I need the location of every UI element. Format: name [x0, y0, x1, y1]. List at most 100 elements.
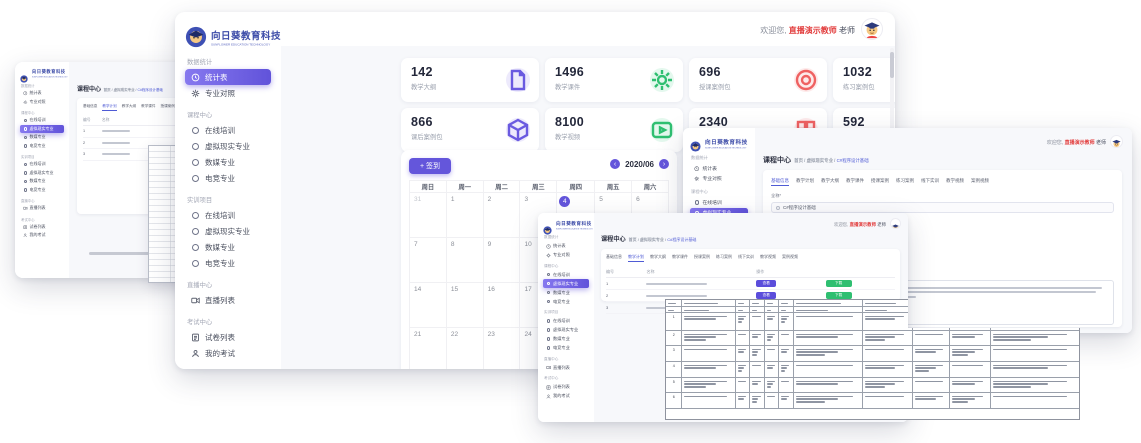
next-month-button[interactable]: ›: [659, 159, 669, 169]
sidebar-item-在线培训[interactable]: 在线培训: [20, 160, 64, 169]
radio-icon: [192, 212, 199, 219]
sidebar-item-电竞专业[interactable]: 电竞专业: [185, 255, 271, 271]
sidebar-item-电竞专业[interactable]: 电竞专业: [543, 297, 589, 306]
welcome-text: 欢迎您, 直播演示教师 老师: [834, 222, 886, 228]
scrollbar-thumb[interactable]: [890, 52, 894, 78]
tab-练习案例[interactable]: 练习案例: [716, 254, 732, 262]
download-button[interactable]: 下载: [826, 292, 852, 300]
weekday-header: 周一: [446, 181, 483, 193]
sidebar-item-在线培训[interactable]: 在线培训: [185, 207, 271, 223]
sidebar-item-直播列表[interactable]: 直播列表: [20, 204, 64, 213]
tab-基础信息[interactable]: 基础信息: [771, 178, 789, 186]
sidebar-item-统计表[interactable]: 统计表: [690, 163, 748, 174]
sidebar-item-统计表[interactable]: 统计表: [185, 69, 271, 85]
tab-授课案例[interactable]: 授课案例: [694, 254, 710, 262]
sidebar-item-电竞专业[interactable]: 电竞专业: [543, 344, 589, 353]
sidebar-item-电竞专业[interactable]: 电竞专业: [20, 142, 64, 151]
sidebar-item-专业对照[interactable]: 专业对照: [185, 85, 271, 101]
sidebar-item-试卷列表[interactable]: 试卷列表: [185, 329, 271, 345]
sidebar-item-我的考试[interactable]: 我的考试: [543, 392, 589, 401]
radio-icon: [547, 328, 551, 332]
prev-month-button[interactable]: ‹: [610, 159, 620, 169]
tab-教学课件[interactable]: 教学课件: [141, 104, 155, 111]
app-logo: 向日葵教育科技SUNFLOWER EDUCATION TECHNOLOGY ‹: [20, 69, 64, 79]
sidebar-item-数媒专业[interactable]: 数媒专业: [185, 239, 271, 255]
tab-练习案例[interactable]: 练习案例: [896, 178, 914, 186]
sidebar-item-在线培训[interactable]: 在线培训: [185, 122, 271, 138]
nav-section-header: 实训项目: [21, 154, 63, 159]
sidebar-item-专业对照[interactable]: 专业对照: [543, 251, 589, 260]
avatar[interactable]: [861, 18, 883, 40]
sidebar-item-试卷列表[interactable]: 试卷列表: [20, 223, 64, 232]
sidebar-item-虚拟现实专业[interactable]: 虚拟现实专业: [543, 326, 589, 335]
breadcrumb: 首页 / 虚拟现实专业 / C#程序设计基础: [103, 88, 163, 92]
row-name: [102, 141, 153, 145]
sidebar-item-我的考试[interactable]: 我的考试: [185, 345, 271, 361]
calendar-day-22[interactable]: 22: [446, 328, 483, 370]
sidebar-item-在线培训[interactable]: 在线培训: [690, 197, 748, 208]
view-button[interactable]: 查看: [756, 280, 776, 288]
view-button[interactable]: 查看: [756, 292, 776, 300]
tab-教学计划[interactable]: 教学计划: [102, 104, 116, 111]
sidebar-item-直播列表[interactable]: 直播列表: [185, 292, 271, 308]
course-name-input[interactable]: C#程序设计基础: [771, 202, 1114, 213]
sidebar-item-电竞专业[interactable]: 电竞专业: [185, 170, 271, 186]
radio-icon: [546, 290, 551, 295]
sidebar-item-统计表[interactable]: 统计表: [20, 89, 64, 98]
sidebar-item-虚拟现实专业[interactable]: 虚拟现实专业: [543, 279, 589, 288]
sidebar-item-虚拟现实专业[interactable]: 虚拟现实专业: [185, 223, 271, 239]
calendar-day-14[interactable]: 14: [410, 283, 447, 328]
sidebar-item-数媒专业[interactable]: 数媒专业: [20, 133, 64, 142]
tab-基础信息[interactable]: 基础信息: [83, 104, 97, 111]
sidebar-item-统计表[interactable]: 统计表: [543, 242, 589, 251]
tab-教学课件[interactable]: 教学课件: [846, 178, 864, 186]
signin-button[interactable]: + 签到: [409, 158, 451, 174]
sidebar-item-电竞专业[interactable]: 电竞专业: [20, 186, 64, 195]
tab-教学计划[interactable]: 教学计划: [796, 178, 814, 186]
tab-教学视频[interactable]: 教学视频: [946, 178, 964, 186]
tab-授课案例[interactable]: 授课案例: [871, 178, 889, 186]
avatar[interactable]: [1110, 135, 1123, 148]
row-number: 5: [666, 378, 682, 392]
sidebar-item-我的考试[interactable]: 我的考试: [20, 231, 64, 240]
tab-线下实训[interactable]: 线下实训: [738, 254, 754, 262]
row-name: [102, 152, 153, 156]
download-button[interactable]: 下载: [826, 280, 852, 288]
sidebar-item-虚拟现实专业[interactable]: 虚拟现实专业: [20, 169, 64, 178]
sidebar-item-专业对照[interactable]: 专业对照: [20, 98, 64, 107]
tab-案例视频[interactable]: 案例视频: [971, 178, 989, 186]
sidebar-item-在线培训[interactable]: 在线培训: [543, 270, 589, 279]
tab-基础信息[interactable]: 基础信息: [606, 254, 622, 262]
tab-教学大纲[interactable]: 教学大纲: [122, 104, 136, 111]
sidebar-item-数媒专业[interactable]: 数媒专业: [543, 335, 589, 344]
calendar-day-9[interactable]: 9: [483, 238, 520, 283]
sidebar-item-直播列表[interactable]: 直播列表: [543, 363, 589, 372]
avatar[interactable]: [890, 218, 901, 229]
sidebar-item-数媒专业[interactable]: 数媒专业: [185, 154, 271, 170]
sidebar-item-在线培训[interactable]: 在线培训: [20, 116, 64, 125]
tab-教学大纲[interactable]: 教学大纲: [821, 178, 839, 186]
calendar-day-31[interactable]: 31: [410, 193, 447, 238]
tab-教学计划[interactable]: 教学计划: [628, 254, 644, 262]
tab-案例视频[interactable]: 案例视频: [782, 254, 798, 262]
calendar-day-16[interactable]: 16: [483, 283, 520, 328]
tab-教学大纲[interactable]: 教学大纲: [650, 254, 666, 262]
calendar-day-15[interactable]: 15: [446, 283, 483, 328]
calendar-day-2[interactable]: 2: [483, 193, 520, 238]
sidebar-item-数媒专业[interactable]: 数媒专业: [20, 177, 64, 186]
tab-线下实训[interactable]: 线下实训: [921, 178, 939, 186]
tab-教学课件[interactable]: 教学课件: [672, 254, 688, 262]
calendar-day-23[interactable]: 23: [483, 328, 520, 370]
sidebar-item-数媒专业[interactable]: 数媒专业: [543, 288, 589, 297]
tab-授课案例[interactable]: 授课案例: [161, 104, 175, 111]
calendar-day-8[interactable]: 8: [446, 238, 483, 283]
sidebar-item-试卷列表[interactable]: 试卷列表: [543, 383, 589, 392]
sidebar-item-在线培训[interactable]: 在线培训: [543, 317, 589, 326]
calendar-day-7[interactable]: 7: [410, 238, 447, 283]
sidebar-item-虚拟现实专业[interactable]: 虚拟现实专业: [185, 138, 271, 154]
calendar-day-21[interactable]: 21: [410, 328, 447, 370]
sidebar-item-专业对照[interactable]: 专业对照: [690, 174, 748, 185]
tab-教学视频[interactable]: 教学视频: [760, 254, 776, 262]
calendar-day-1[interactable]: 1: [446, 193, 483, 238]
sidebar-item-虚拟现实专业[interactable]: 虚拟现实专业: [20, 125, 64, 134]
